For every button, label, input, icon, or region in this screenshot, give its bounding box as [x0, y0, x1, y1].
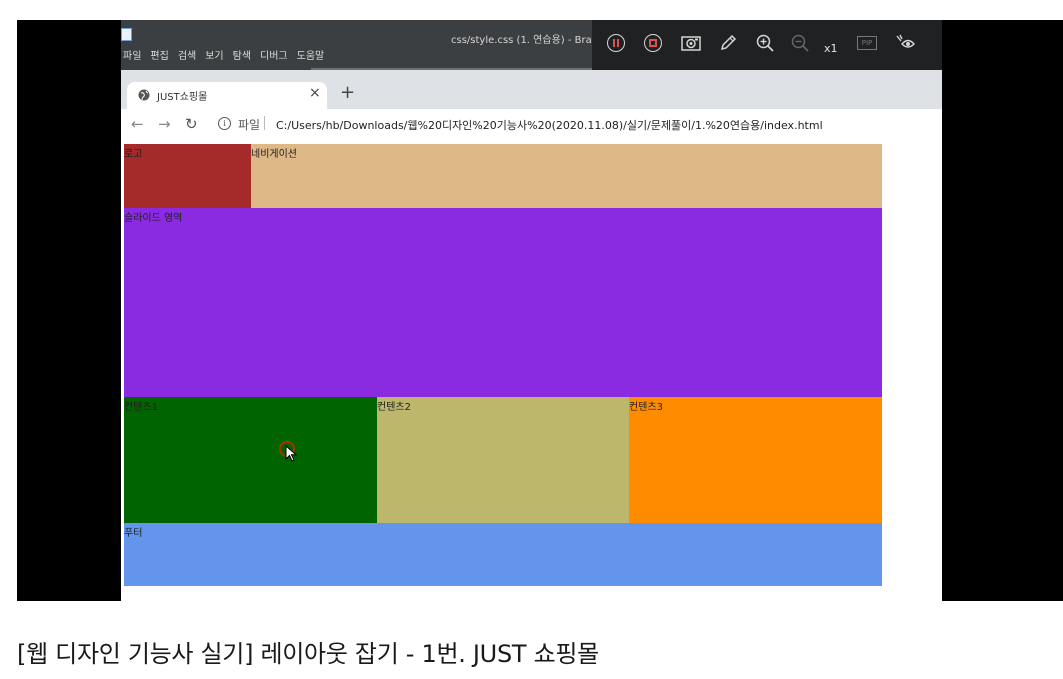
menu-help[interactable]: 도움말 [297, 47, 325, 62]
logo-label: 로고 [124, 149, 143, 160]
reload-icon[interactable]: ↻ [185, 115, 198, 133]
pen-icon[interactable] [717, 32, 739, 54]
brackets-logo-icon [121, 28, 132, 41]
stop-icon[interactable] [642, 32, 664, 54]
content1-box: 컨텐츠1 [124, 397, 377, 523]
content1-label: 컨텐츠1 [124, 402, 158, 413]
content2-box: 컨텐츠2 [377, 397, 629, 523]
back-icon[interactable]: ← [131, 115, 144, 133]
eye-hide-icon[interactable] [894, 32, 916, 54]
zoom-out-icon[interactable] [789, 32, 811, 54]
recorder-toolbar: x1 PIP [592, 20, 942, 70]
video-frame: 파일 편집 검색 보기 탐색 디버그 도움말 css/style.css (1.… [121, 20, 942, 601]
menu-file[interactable]: 파일 [123, 47, 141, 62]
pause-icon[interactable] [605, 32, 627, 54]
url-separator [264, 116, 265, 130]
menu-view[interactable]: 보기 [205, 47, 223, 62]
footer-label: 푸터 [124, 528, 143, 539]
menu-find[interactable]: 검색 [178, 47, 196, 62]
new-tab-button[interactable]: + [340, 82, 355, 103]
pip-label: PIP [857, 36, 877, 50]
browser-tab[interactable]: JUST쇼핑몰 × [127, 82, 327, 109]
footer-box: 푸터 [124, 523, 882, 586]
forward-icon[interactable]: → [158, 115, 171, 133]
info-icon[interactable]: i [218, 117, 231, 130]
pip-icon[interactable]: PIP [856, 32, 878, 54]
tab-title: JUST쇼핑몰 [157, 92, 208, 103]
globe-icon [138, 89, 150, 101]
menu-navigate[interactable]: 탐색 [233, 47, 251, 62]
video-caption: [웹 디자인 기능사 실기] 레이아웃 잡기 - 1번. JUST 쇼핑몰 [17, 640, 599, 668]
nav-box: 네비게이션 [251, 144, 882, 208]
address-bar[interactable]: C:/Users/hb/Downloads/웹%20디자인%20기능사%20(2… [276, 117, 823, 133]
content3-label: 컨텐츠3 [629, 402, 663, 413]
content3-box: 컨텐츠3 [629, 397, 882, 523]
slide-box: 슬라이드 영역 [124, 208, 882, 397]
menu-edit[interactable]: 편집 [150, 47, 168, 62]
logo-box: 로고 [124, 144, 251, 208]
brackets-window-title: css/style.css (1. 연습용) - Brack [451, 35, 604, 46]
url-scheme-label: 파일 [238, 118, 261, 132]
menu-debug[interactable]: 디버그 [260, 47, 288, 62]
zoom-in-icon[interactable] [754, 32, 776, 54]
nav-label: 네비게이션 [251, 149, 297, 160]
zoom-level-label: x1 [824, 42, 838, 55]
slide-label: 슬라이드 영역 [124, 213, 183, 224]
brackets-menu-bar: 파일 편집 검색 보기 탐색 디버그 도움말 [123, 47, 324, 62]
content2-label: 컨텐츠2 [377, 402, 411, 413]
browser-toolbar: ← → ↻ i 파일 C:/Users/hb/Downloads/웹%20디자인… [121, 109, 942, 141]
tab-close-icon[interactable]: × [309, 85, 321, 101]
screenshot-icon[interactable] [680, 32, 702, 54]
mouse-cursor-icon [285, 445, 297, 462]
